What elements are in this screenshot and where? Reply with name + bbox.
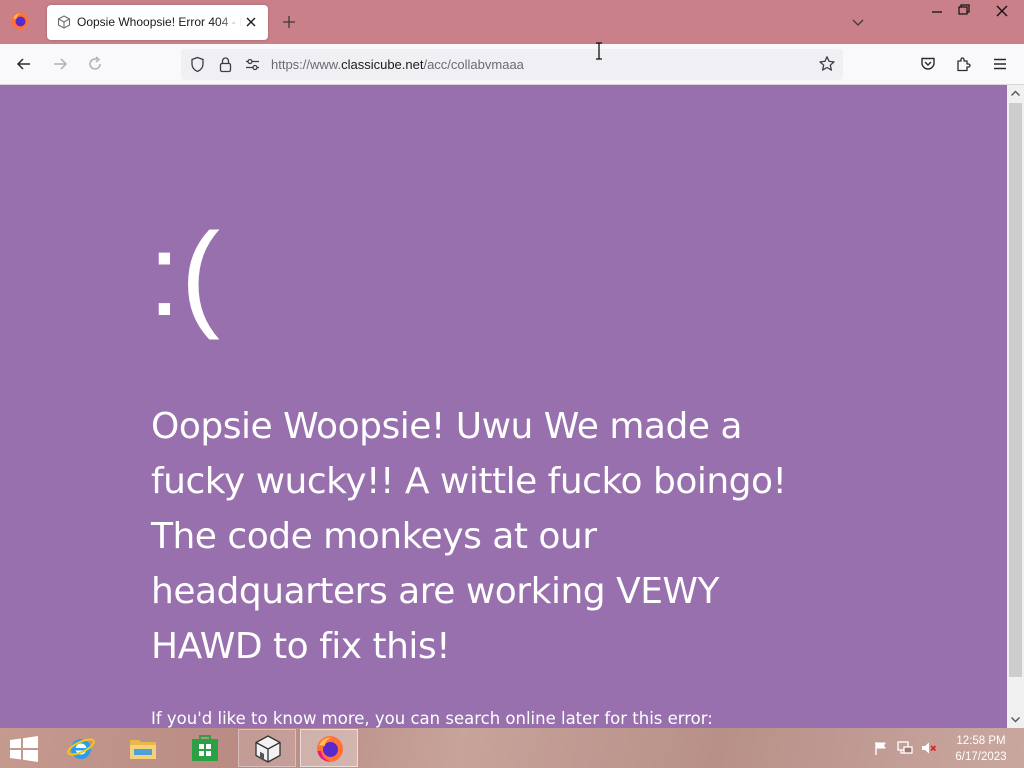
permissions-icon[interactable] [244,56,261,73]
firefox-menu-icon[interactable] [10,11,30,31]
pocket-icon[interactable] [919,55,937,73]
network-icon[interactable] [897,740,913,756]
tab-strip: Oopsie Whoopsie! Error 404 - Fr [0,0,1024,44]
url-domain: classicube.net [341,57,424,72]
volume-muted-icon[interactable] [921,740,937,756]
clock-date: 6/17/2023 [955,751,1007,763]
bookmark-star-icon[interactable] [818,55,836,73]
reload-icon[interactable] [86,55,104,73]
text-cursor-icon [596,42,602,60]
error-subtext: If you'd like to know more, you can sear… [151,709,713,728]
page-hexagon-icon [57,15,71,29]
sad-face-emoticon: :( [148,209,221,341]
new-tab-icon[interactable] [281,14,297,30]
error-page: :( Oopsie Woopsie! Uwu We made a fucky w… [0,85,1007,728]
back-arrow-icon[interactable] [15,55,33,73]
error-headline: Oopsie Woopsie! Uwu We made a fucky wuck… [151,406,787,667]
clock-time: 12:58 PM [956,735,1006,747]
url-prefix: https://www. [271,57,342,72]
restore-window-icon[interactable] [946,0,982,22]
navigation-toolbar: https://www.classicube.net/acc/collabvma… [0,44,1024,85]
firefox-icon [317,736,343,762]
scroll-down-arrow-icon[interactable] [1007,711,1024,728]
taskbar-store[interactable] [176,729,234,767]
file-explorer-icon [130,740,156,759]
vertical-scrollbar[interactable] [1007,85,1024,728]
store-icon [192,735,218,761]
internet-explorer-icon [67,738,95,759]
url-path: /acc/collabvmaaa [423,57,524,72]
close-window-icon[interactable] [980,0,1024,22]
taskbar-classicube[interactable] [238,729,296,767]
close-tab-icon[interactable] [243,14,259,30]
extensions-puzzle-icon[interactable] [955,55,973,73]
tracking-protection-shield-icon[interactable] [189,56,206,73]
scroll-up-arrow-icon[interactable] [1007,85,1024,102]
taskbar-internet-explorer[interactable] [52,729,110,767]
taskbar-file-explorer[interactable] [114,729,172,767]
taskbar: 12:58 PM 6/17/2023 [0,728,1024,768]
classicube-icon [255,735,281,763]
start-icon[interactable] [9,736,39,762]
tab-title: Oopsie Whoopsie! Error 404 - Fr [77,15,242,29]
forward-arrow-icon[interactable] [51,55,69,73]
taskbar-firefox[interactable] [300,729,358,767]
list-all-tabs-icon[interactable] [850,14,866,30]
hamburger-menu-icon[interactable] [991,55,1009,73]
action-center-flag-icon[interactable] [873,740,889,756]
system-clock[interactable]: 12:58 PM 6/17/2023 [946,733,1016,765]
scrollbar-thumb[interactable] [1009,103,1022,677]
url-text[interactable]: https://www.classicube.net/acc/collabvma… [271,57,791,73]
lock-icon[interactable] [217,56,234,73]
tab-active[interactable]: Oopsie Whoopsie! Error 404 - Fr [47,5,268,40]
address-bar[interactable]: https://www.classicube.net/acc/collabvma… [181,49,843,80]
